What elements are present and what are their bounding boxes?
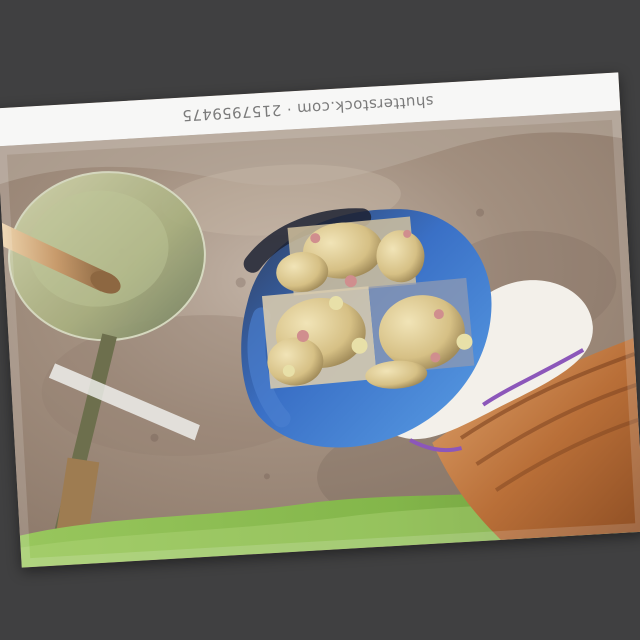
watermark-text: shutterstock.com · 2157959475	[181, 92, 435, 125]
screenshot-canvas: shutterstock.com · 2157959475	[0, 0, 640, 640]
photo-card: shutterstock.com · 2157959475	[0, 72, 640, 568]
garden-photo	[0, 110, 640, 568]
